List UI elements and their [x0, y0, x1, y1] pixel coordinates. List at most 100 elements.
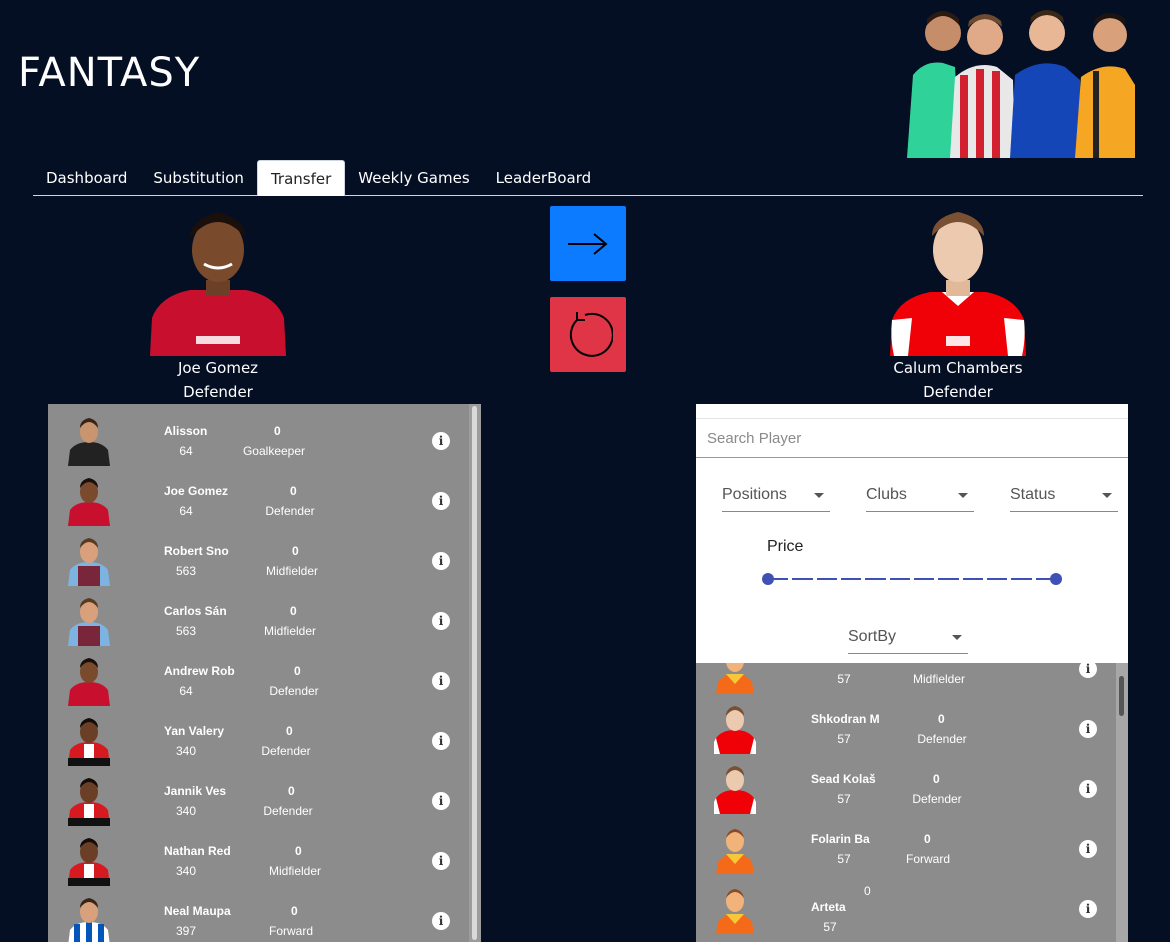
search-input[interactable] [696, 419, 1128, 457]
info-icon[interactable]: i [1079, 840, 1097, 858]
player-price: 57 [837, 672, 851, 686]
list-item[interactable]: Joe Gomez 64 0 Defender i [48, 468, 468, 528]
price-range-slider[interactable] [762, 573, 1062, 585]
info-icon[interactable]: i [432, 492, 450, 510]
tab-dashboard[interactable]: Dashboard [33, 160, 140, 195]
player-name: Joe Gomez [164, 484, 229, 498]
positions-select-label: Positions [722, 486, 787, 503]
incoming-player-name: Calum Chambers [893, 359, 1023, 377]
price-min-handle[interactable] [762, 573, 774, 585]
list-item[interactable]: Arteta 57 0 i [696, 876, 1116, 936]
incoming-player-position: Defender [923, 383, 993, 401]
player-avatar [68, 478, 110, 526]
list-item[interactable]: Reiss Nel570Midfielderi [696, 662, 1116, 696]
player-position: Midfielder [263, 624, 317, 638]
player-name: Sead Kolaš [811, 772, 876, 786]
player-avatar [68, 838, 110, 886]
outgoing-player-photo [150, 212, 286, 356]
incoming-player-photo [890, 212, 1026, 356]
info-icon[interactable]: i [432, 672, 450, 690]
tab-substitution[interactable]: Substitution [140, 160, 257, 195]
info-icon[interactable]: i [432, 612, 450, 630]
list-item[interactable]: Neal Maupa 397 0 Forward i [48, 888, 468, 942]
player-points: 0 [288, 784, 295, 798]
clubs-select[interactable]: Clubs [866, 482, 974, 512]
squad-list-scrollbar[interactable] [469, 404, 481, 942]
info-icon[interactable]: i [432, 552, 450, 570]
player-price: 57 [837, 732, 851, 746]
player-points: 0 [290, 484, 297, 498]
player-avatar [714, 706, 756, 754]
sortby-select[interactable]: SortBy [848, 624, 968, 654]
info-icon[interactable]: i [432, 852, 450, 870]
info-icon[interactable]: i [432, 912, 450, 930]
list-item[interactable]: Alisson 64 0 Goalkeeper i [48, 408, 468, 468]
transfer-button[interactable] [550, 206, 626, 281]
tab-leaderboard[interactable]: LeaderBoard [483, 160, 605, 195]
player-position: Defender [917, 732, 967, 746]
search-field[interactable] [696, 418, 1128, 458]
player-position: Goalkeeper [242, 444, 306, 458]
clubs-select-label: Clubs [866, 486, 907, 503]
list-item[interactable]: Yan Valery 340 0 Defender i [48, 708, 468, 768]
price-label: Price [767, 538, 804, 555]
chevron-down-icon [814, 493, 824, 498]
player-avatar [68, 898, 110, 942]
player-points: 0 [286, 724, 293, 738]
info-icon[interactable]: i [1079, 780, 1097, 798]
player-price: 397 [175, 924, 197, 938]
player-points: 0 [292, 544, 299, 558]
player-name: Andrew Rob [164, 664, 235, 678]
player-avatar [68, 778, 110, 826]
list-item[interactable]: Andrew Rob 64 0 Defender i [48, 648, 468, 708]
info-icon[interactable]: i [1079, 900, 1097, 918]
player-points: 0 [924, 832, 931, 846]
tab-transfer[interactable]: Transfer [256, 160, 346, 196]
price-max-handle[interactable] [1050, 573, 1062, 585]
player-avatar [714, 766, 756, 814]
list-item[interactable]: Robert Sno 563 0 Midfielder i [48, 528, 468, 588]
player-price: 340 [175, 804, 197, 818]
player-avatar [68, 718, 110, 766]
outgoing-player-position: Defender [183, 383, 253, 401]
list-item[interactable]: Jannik Ves 340 0 Defender i [48, 768, 468, 828]
player-points: 0 [864, 884, 871, 898]
outgoing-player-card: Joe Gomez Defender [118, 208, 318, 404]
player-position: Midfielder [265, 564, 319, 578]
market-list-scrollbar[interactable] [1116, 662, 1128, 942]
reset-button[interactable] [550, 297, 626, 372]
player-price: 57 [823, 920, 837, 934]
list-item[interactable]: Nathan Red 340 0 Midfielder i [48, 828, 468, 888]
info-icon[interactable]: i [432, 792, 450, 810]
list-item[interactable]: Folarin Ba 57 0 Forward i [696, 816, 1116, 876]
positions-select[interactable]: Positions [722, 482, 830, 512]
player-position: Midfielder [268, 864, 322, 878]
list-item[interactable]: Shkodran M 57 0 Defender i [696, 696, 1116, 756]
player-position: Defender [263, 804, 313, 818]
info-icon[interactable]: i [432, 432, 450, 450]
market-player-list[interactable]: Reiss Nel570MidfielderiShkodran M570Defe… [696, 662, 1128, 942]
player-name: Jannik Ves [164, 784, 227, 798]
player-points: 0 [291, 904, 298, 918]
chevron-down-icon [1102, 493, 1112, 498]
player-points: 0 [295, 844, 302, 858]
tab-weekly-games[interactable]: Weekly Games [345, 160, 482, 195]
player-points: 0 [938, 712, 945, 726]
player-position: Defender [265, 504, 315, 518]
player-price: 563 [175, 624, 197, 638]
player-name: Carlos Sán [164, 604, 227, 618]
status-select[interactable]: Status [1010, 482, 1118, 512]
player-position: Defender [912, 792, 962, 806]
info-icon[interactable]: i [1079, 720, 1097, 738]
player-avatar [716, 829, 754, 874]
player-price: 64 [179, 684, 193, 698]
app-title: FANTASY [18, 50, 201, 96]
list-item[interactable]: Sead Kolaš 57 0 Defender i [696, 756, 1116, 816]
player-price: 340 [175, 744, 197, 758]
player-position: Forward [905, 852, 950, 866]
squad-player-list[interactable]: Alisson 64 0 Goalkeeper i Joe Gomez 64 0 Defende… [48, 404, 481, 942]
info-icon[interactable]: i [432, 732, 450, 750]
list-item[interactable]: Carlos Sán 563 0 Midfielder i [48, 588, 468, 648]
player-name: Neal Maupa [164, 904, 231, 918]
info-icon[interactable]: i [1079, 662, 1097, 678]
